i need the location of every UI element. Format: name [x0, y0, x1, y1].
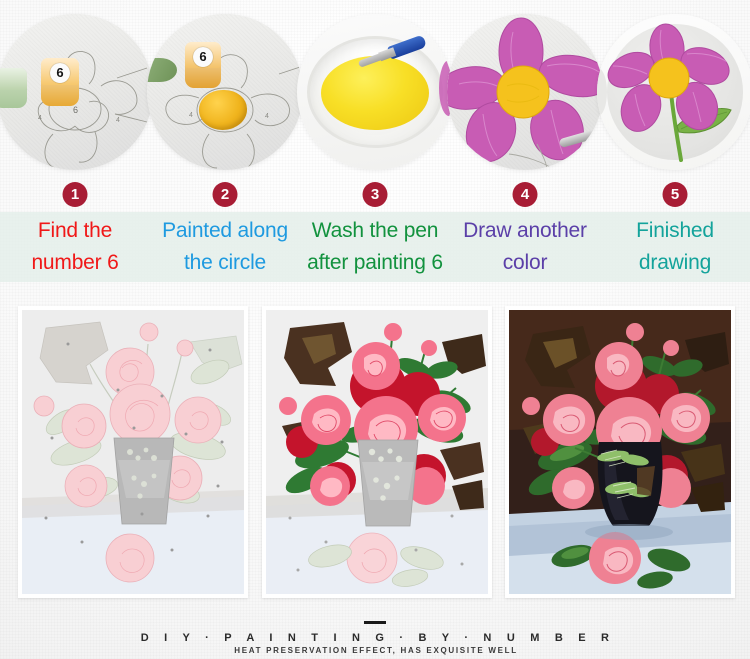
- footer-subtitle: HEAT PRESERVATION EFFECT, HAS EXQUISITE …: [234, 646, 518, 655]
- step-5-badge: 5: [662, 182, 688, 207]
- step-5: 5: [597, 0, 750, 207]
- step-2-caption-line2: the circle: [183, 251, 267, 274]
- finished-flower-drawing: [607, 23, 732, 162]
- panel-finished-artwork: [509, 310, 731, 594]
- caption-row: Find the number 6 Painted along the circ…: [0, 212, 750, 282]
- flower-center: [496, 65, 550, 119]
- panel-outline-artwork: [22, 310, 244, 594]
- yellow-water: [321, 56, 429, 130]
- canvas-number-left: 4: [38, 115, 42, 122]
- step-3-caption: Wash the pen after painting 6: [300, 212, 450, 282]
- step-5-caption: Finished drawing: [600, 212, 750, 282]
- step-1-caption-line1: Find the: [37, 219, 113, 242]
- panel-partly-painted-artwork: [266, 310, 488, 594]
- panel-partly-painted[interactable]: [262, 306, 492, 598]
- step-3-caption-line2: after painting 6: [307, 251, 443, 274]
- step-4-caption: Draw another color: [450, 212, 600, 282]
- paint-pot-number-label: 6: [50, 63, 70, 84]
- step-4-image: [447, 14, 603, 170]
- steps-strip: 6 4 4 6 1 4 4 6 2 3 4 5: [0, 0, 750, 207]
- step-4-badge: 4: [512, 182, 538, 207]
- step-3-image: [297, 14, 453, 170]
- step-1-image: 6 4 4 6: [0, 14, 153, 170]
- canvas-number-6: 6: [73, 105, 78, 115]
- step-2: 4 4 6 2: [147, 0, 303, 207]
- panel-finished-painting[interactable]: [505, 306, 735, 598]
- step-2-caption-line1: Painted along: [162, 219, 288, 242]
- step-3-badge: 3: [362, 182, 388, 207]
- step-1-caption: Find the number 6: [0, 212, 150, 282]
- step-1: 6 4 4 6 1: [0, 0, 153, 207]
- canvas-number-right: 4: [265, 113, 269, 120]
- paint-pot-orange: 6: [185, 42, 221, 88]
- step-4-caption-line1: Draw another: [463, 219, 587, 242]
- step-5-caption-line2: drawing: [638, 251, 712, 274]
- step-4-caption-line2: color: [502, 251, 548, 274]
- canvas-number-right: 4: [116, 117, 120, 124]
- step-5-image: [597, 14, 750, 170]
- step-4: 4: [447, 0, 603, 207]
- paint-pot-orange: 6: [41, 58, 79, 106]
- step-5-caption-line1: Finished: [636, 219, 714, 242]
- flower-center: [648, 57, 690, 99]
- step-3-caption-line1: Wash the pen: [311, 219, 439, 242]
- step-1-caption-line2: number 6: [31, 251, 119, 274]
- footer-title: D I Y · P A I N T I N G · B Y · N U M B …: [140, 632, 616, 644]
- step-2-caption: Painted along the circle: [150, 212, 300, 282]
- step-3: 3: [297, 0, 453, 207]
- panel-outline-canvas[interactable]: [18, 306, 248, 598]
- artwork-panels: [0, 306, 750, 598]
- step-1-badge: 1: [62, 182, 88, 207]
- canvas-number-left: 4: [189, 112, 193, 119]
- paint-pot-number-label: 6: [193, 46, 213, 67]
- footer-divider: [364, 621, 386, 624]
- paint-pot-green: [0, 68, 27, 108]
- painted-yellow-circle: [199, 90, 247, 130]
- painted-flower-petals: [447, 17, 603, 170]
- step-2-badge: 2: [212, 182, 238, 207]
- step-2-image: 4 4 6: [147, 14, 303, 170]
